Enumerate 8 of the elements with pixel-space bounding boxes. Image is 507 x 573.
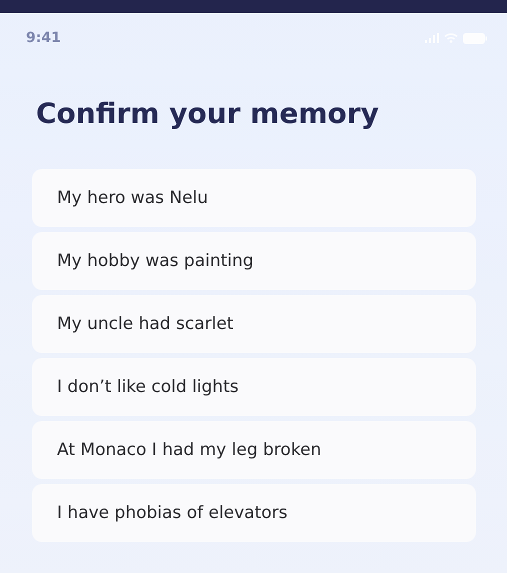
memory-option[interactable]: I have phobias of elevators — [32, 484, 476, 542]
memory-option[interactable]: I don’t like cold lights — [32, 358, 476, 416]
memory-option[interactable]: At Monaco I had my leg broken — [32, 420, 476, 479]
status-time: 9:41 — [26, 30, 61, 46]
memory-option[interactable]: My hero was Nelu — [32, 168, 476, 227]
memory-option[interactable]: My uncle had scarlet — [32, 294, 476, 353]
page-title: Confirm your memory — [36, 97, 380, 131]
memory-option[interactable]: My hobby was painting — [32, 232, 476, 290]
